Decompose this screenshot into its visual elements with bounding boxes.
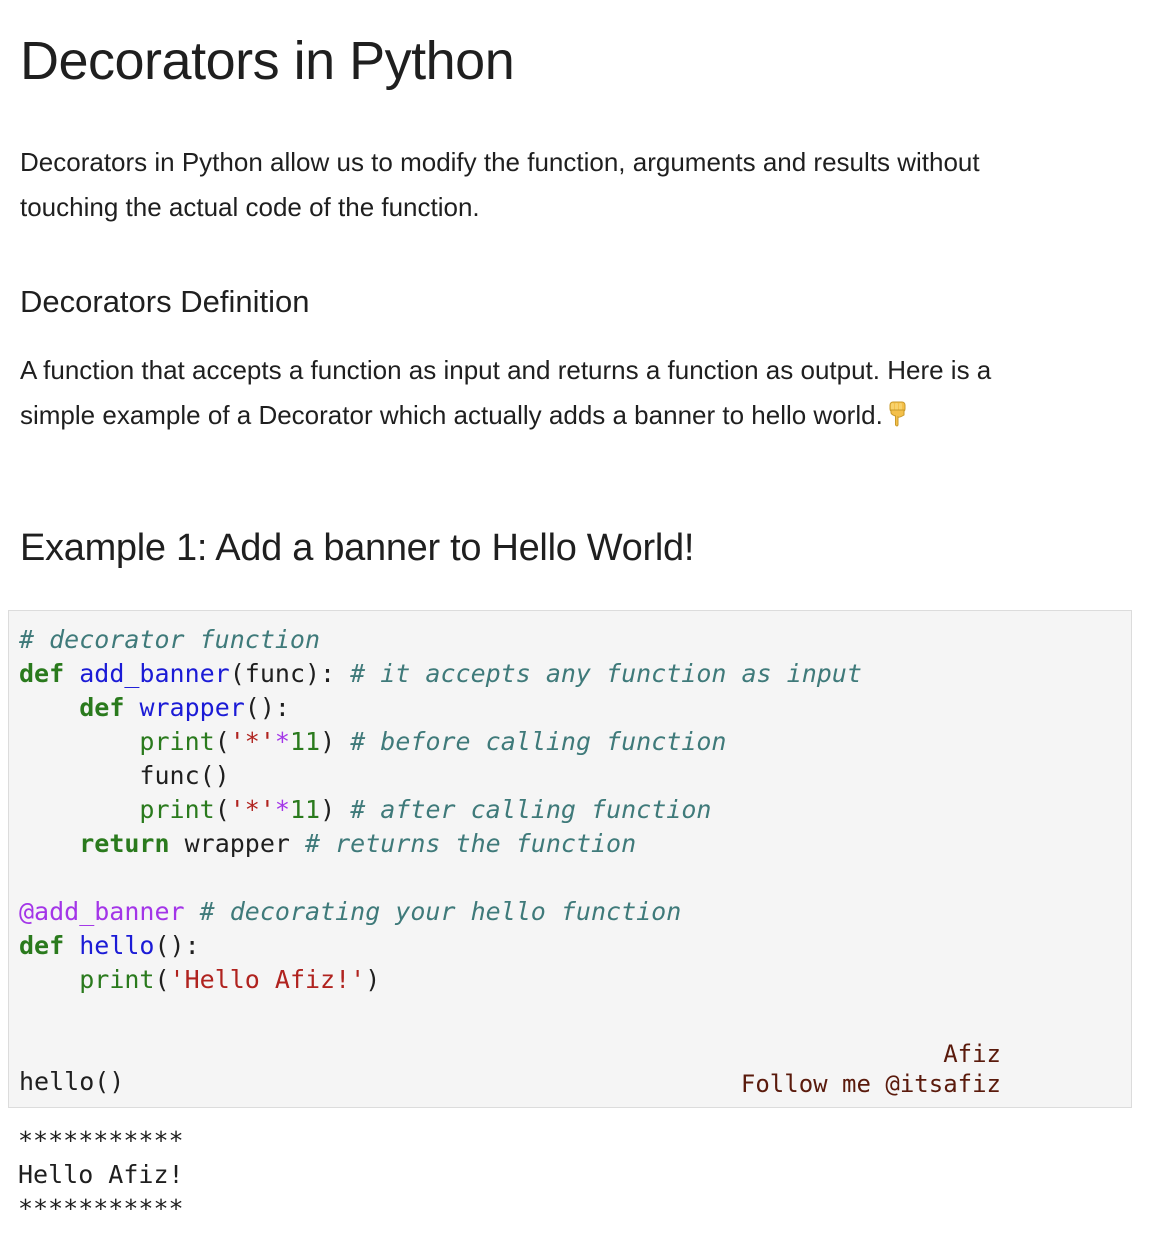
code-decorator: @add_banner [19, 897, 185, 926]
watermark-handle: Follow me @itsafiz [740, 1070, 1001, 1098]
code-operator: * [274, 727, 290, 756]
code-operator: * [274, 795, 290, 824]
code-comment: # after calling function [350, 795, 712, 824]
code-text: ( [214, 795, 230, 824]
code-keyword: def [79, 693, 125, 722]
code-text: (): [244, 693, 290, 722]
code-text: ( [214, 727, 230, 756]
intro-paragraph: Decorators in Python allow us to modify … [20, 147, 980, 222]
backhand-index-pointing-down-icon [887, 396, 909, 427]
code-builtin: print [139, 795, 215, 824]
code-comment: # decorating your hello function [199, 897, 682, 926]
code-comment: # decorator function [19, 625, 321, 654]
author-watermark: Afiz Follow me @itsafiz [741, 1039, 1001, 1099]
code-text: func() [139, 761, 230, 790]
code-block: # decorator function def add_banner(func… [8, 610, 1132, 1108]
article: Decorators in Python Decorators in Pytho… [0, 0, 1150, 1236]
code-function-name: add_banner [79, 659, 230, 688]
code-function-name: hello [79, 931, 155, 960]
code-string: '*' [229, 795, 275, 824]
example-heading: Example 1: Add a banner to Hello World! [20, 527, 695, 569]
code-comment: # returns the function [305, 829, 637, 858]
code-text: wrapper [184, 829, 290, 858]
definition-paragraph: A function that accepts a function as in… [20, 348, 1060, 438]
code-function-name: wrapper [139, 693, 245, 722]
code-keyword: def [19, 931, 65, 960]
code-number: 11 [289, 727, 321, 756]
code-text: ( [154, 965, 170, 994]
code-text: (func): [229, 659, 336, 688]
code-number: 11 [289, 795, 321, 824]
definition-heading: Decorators Definition [20, 284, 310, 319]
output-line: Hello Afiz! [18, 1160, 184, 1189]
code-text: (): [154, 931, 200, 960]
code-builtin: print [79, 965, 155, 994]
code-string: 'Hello Afiz!' [169, 965, 366, 994]
code-keyword: return [79, 829, 170, 858]
code-listing: # decorator function def add_banner(func… [19, 623, 862, 1099]
output-line: *********** [18, 1194, 184, 1223]
code-text: ) [320, 795, 336, 824]
code-comment: # before calling function [350, 727, 727, 756]
output-line: *********** [18, 1126, 184, 1155]
code-text: hello() [19, 1067, 125, 1096]
code-comment: # it accepts any function as input [350, 659, 862, 688]
code-string: '*' [229, 727, 275, 756]
watermark-name: Afiz [943, 1040, 1001, 1068]
code-text: ) [320, 727, 336, 756]
code-keyword: def [19, 659, 65, 688]
definition-text: A function that accepts a function as in… [20, 355, 992, 430]
code-output: *********** Hello Afiz! *********** [18, 1124, 184, 1226]
page-title: Decorators in Python [20, 31, 515, 91]
code-text: ) [365, 965, 381, 994]
code-builtin: print [139, 727, 215, 756]
